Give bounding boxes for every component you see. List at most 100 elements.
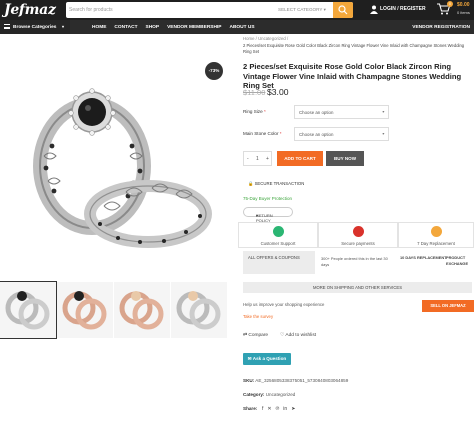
login-register-link[interactable]: LOGIN / REGISTER — [380, 6, 426, 12]
stone-color-label: Main Stone Color * — [243, 131, 282, 136]
nav-about-us[interactable]: ABOUT US — [229, 25, 254, 30]
category-label: Category: — [243, 392, 265, 397]
buyer-protection: 75-Day Buyer Protection — [243, 196, 293, 201]
nav-contact[interactable]: CONTACT — [114, 25, 137, 30]
ask-question-button[interactable]: ✉ Ask a Question — [243, 353, 291, 365]
sell-on-jefmaz-button[interactable]: SELL ON JEFMAZ — [422, 300, 474, 312]
product-main-image[interactable] — [0, 56, 230, 272]
replacement-icon — [431, 226, 442, 237]
offers-row: ALL OFFERS & COUPONS 300+ People ordered… — [243, 251, 474, 274]
ring-size-label: Ring Size * — [243, 109, 266, 114]
thumbnail-4[interactable] — [171, 282, 227, 338]
menu-icon — [4, 24, 10, 29]
offers-coupons-button[interactable]: ALL OFFERS & COUPONS — [243, 251, 315, 274]
search-bar: SELECT CATEGORY ▾ — [66, 2, 353, 18]
stone-color-select[interactable]: Choose an option ▾ — [294, 127, 389, 141]
compare-icon: ⇄ — [243, 333, 248, 338]
qty-value[interactable]: 1 — [256, 156, 259, 162]
share-label: Share: — [243, 406, 258, 411]
nav-links: HOME CONTACT SHOP VENDOR MEMBERSHIP ABOU… — [92, 25, 255, 30]
search-category-select[interactable]: SELECT CATEGORY ▾ — [278, 7, 326, 13]
wishlist-link[interactable]: ♡ Add to wishlist — [280, 333, 316, 338]
main-nav: Browse Categories ▾ HOME CONTACT SHOP VE… — [0, 20, 474, 34]
facebook-icon[interactable]: f — [262, 406, 263, 412]
headset-icon — [273, 226, 284, 237]
option-label-text: Ring Size — [243, 109, 263, 114]
compare-link[interactable]: ⇄ Compare — [243, 333, 268, 338]
add-to-cart-button[interactable]: ADD TO CART — [277, 151, 323, 166]
search-button[interactable] — [333, 2, 353, 18]
linkedin-icon[interactable]: in — [283, 406, 287, 412]
exchange-text: PRODUCT EXCHANGE — [446, 255, 469, 266]
buy-now-button[interactable]: BUY NOW — [326, 151, 364, 166]
survey-link[interactable]: Take the survey — [243, 314, 273, 319]
top-header: Jefmaz SELECT CATEGORY ▾ LOGIN / REGISTE… — [0, 0, 474, 20]
share-row: Share: — [243, 406, 257, 411]
return-policy-toggle[interactable]: ▾ RETURN POLICY — [243, 207, 293, 223]
discount-badge: -73% — [205, 62, 223, 80]
nav-vendor-membership[interactable]: VENDOR MEMBERSHIP — [167, 25, 221, 30]
category-row: Category: Uncategorized — [243, 392, 295, 397]
breadcrumb-home[interactable]: Home — [243, 36, 254, 41]
search-input[interactable] — [69, 6, 274, 14]
chevron-down-icon: ▾ — [62, 24, 65, 29]
qty-plus-button[interactable]: + — [266, 156, 269, 162]
breadcrumb-separator: / — [287, 36, 289, 41]
price-old: $11.00 — [243, 88, 266, 97]
feature-customer-support: Customer Support — [238, 222, 318, 248]
chevron-down-icon: ▾ — [381, 109, 384, 114]
thumbnail-2[interactable] — [57, 282, 113, 338]
site-logo[interactable]: Jefmaz — [4, 2, 56, 18]
category-link[interactable]: Uncategorized — [266, 392, 296, 397]
required-marker: * — [279, 131, 282, 136]
secure-transaction-text: SECURE TRANSACTION — [254, 181, 305, 186]
sku-value: AE_3256805338375051_5730840803064859 — [255, 378, 349, 383]
breadcrumb-separator: / — [255, 36, 257, 41]
heart-icon: ♡ — [280, 333, 285, 338]
payment-icon — [353, 226, 364, 237]
lock-icon: 🔒 — [248, 181, 254, 186]
shipping-services-toggle[interactable]: MORE ON SHIPPING AND OTHER SERVICES — [243, 282, 472, 293]
quantity-stepper: - 1 + — [243, 151, 272, 166]
feature-label: 7 Day Replacement — [417, 241, 455, 246]
cart-total[interactable]: $0.00 — [457, 2, 470, 8]
cart-count-badge: 0 — [447, 1, 453, 7]
breadcrumb: Home / Uncategorized / — [243, 36, 288, 41]
browse-categories-label: Browse Categories — [13, 24, 57, 30]
chat-icon: ✉ — [247, 356, 252, 361]
wishlist-label: Add to wishlist — [285, 333, 317, 338]
feature-replacement: 7 Day Replacement — [398, 222, 474, 248]
qty-minus-button[interactable]: - — [247, 156, 249, 162]
browse-categories-button[interactable]: Browse Categories ▾ — [0, 20, 70, 34]
thumbnail-strip — [0, 281, 227, 339]
survey-text: Help us improve your shopping experience — [243, 302, 325, 307]
breadcrumb-product: 2 Pieces/set Exquisite Rose Gold Color B… — [243, 43, 465, 54]
chevron-down-icon: ▾ — [381, 131, 384, 136]
cart-items-count: 0 items — [457, 10, 470, 15]
twitter-icon[interactable]: ✕ — [267, 406, 271, 412]
user-icon[interactable] — [370, 5, 378, 14]
nav-vendor-registration[interactable]: VENDOR REGISTRATION — [412, 25, 470, 30]
compare-label: Compare — [248, 333, 269, 338]
select-value: Choose an option — [299, 132, 334, 137]
breadcrumb-category[interactable]: Uncategorized — [258, 36, 286, 41]
search-icon — [338, 5, 348, 15]
select-value: Choose an option — [299, 110, 334, 115]
feature-label: Customer Support — [260, 241, 296, 246]
replacement-text: 10 DAYS REPLACEMENT — [400, 255, 447, 260]
feature-secure-payments: Secure payments — [318, 222, 398, 248]
nav-shop[interactable]: SHOP — [146, 25, 160, 30]
thumbnail-3[interactable] — [114, 282, 170, 338]
required-marker: * — [263, 109, 266, 114]
pinterest-icon[interactable]: ℗ — [276, 406, 280, 412]
telegram-icon[interactable]: ➤ — [291, 406, 295, 412]
nav-home[interactable]: HOME — [92, 25, 106, 30]
secure-transaction: 🔒 SECURE TRANSACTION — [248, 181, 304, 187]
thumbnail-1[interactable] — [0, 281, 57, 339]
option-label-text: Main Stone Color — [243, 131, 279, 136]
ask-question-label: Ask a Question — [252, 356, 287, 361]
ring-size-select[interactable]: Choose an option ▾ — [294, 105, 389, 119]
sku-row: SKU: AE_3256805338375051_573084080306485… — [243, 378, 348, 383]
feature-label: Secure payments — [341, 241, 375, 246]
price-new: $3.00 — [267, 87, 289, 97]
